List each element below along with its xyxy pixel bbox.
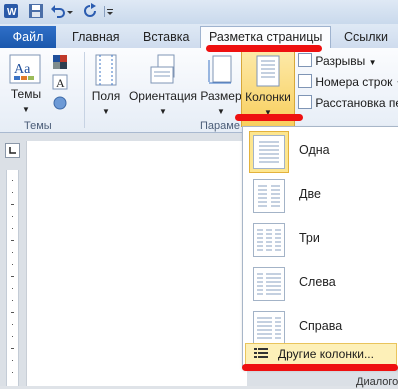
left-column-icon bbox=[253, 267, 285, 301]
quick-access-toolbar: W bbox=[0, 0, 398, 24]
columns-option-left[interactable]: Слева bbox=[247, 263, 395, 303]
columns-label: Колонки bbox=[245, 90, 291, 104]
breaks-button[interactable]: Разрывы ▼ bbox=[298, 53, 377, 68]
vertical-ruler[interactable] bbox=[6, 170, 19, 386]
annotation-underline-more bbox=[242, 364, 398, 371]
size-icon bbox=[208, 55, 232, 84]
save-icon[interactable] bbox=[28, 3, 44, 19]
themes-button[interactable]: Aa Темы ▼ bbox=[6, 54, 46, 115]
line-numbers-label: Номера строк bbox=[315, 75, 393, 89]
line-numbers-icon bbox=[298, 74, 312, 88]
columns-option-three[interactable]: Три bbox=[247, 219, 395, 259]
tab-insert[interactable]: Вставка bbox=[143, 27, 189, 47]
size-label: Размер bbox=[200, 89, 242, 103]
chevron-down-icon: ▼ bbox=[159, 107, 167, 116]
group-divider bbox=[84, 52, 85, 128]
columns-icon bbox=[256, 55, 280, 87]
chevron-down-icon: ▼ bbox=[22, 105, 30, 114]
chevron-down-icon: ▼ bbox=[368, 58, 377, 67]
columns-option-label: Справа bbox=[299, 319, 343, 333]
breaks-icon bbox=[298, 53, 312, 67]
svg-text:W: W bbox=[7, 7, 17, 18]
chevron-down-icon: ▼ bbox=[102, 107, 110, 116]
columns-option-two[interactable]: Две bbox=[247, 175, 395, 215]
columns-option-label: Две bbox=[299, 187, 321, 201]
tab-home[interactable]: Главная bbox=[72, 27, 120, 47]
tab-file[interactable]: Файл bbox=[0, 26, 56, 48]
two-columns-icon bbox=[253, 179, 285, 213]
themes-icon: Aa bbox=[9, 54, 41, 84]
svg-text:A: A bbox=[56, 76, 65, 90]
theme-fonts-icon[interactable]: A bbox=[52, 74, 70, 90]
tab-selector-icon[interactable] bbox=[5, 143, 20, 158]
theme-effects-icon[interactable] bbox=[52, 95, 70, 111]
hyphenation-label: Расстановка пер bbox=[315, 96, 398, 110]
line-numbers-button[interactable]: Номера строк ▼ bbox=[298, 74, 398, 89]
page-setup-group-label: Параме bbox=[200, 120, 240, 132]
columns-option-right[interactable]: Справа bbox=[247, 307, 395, 347]
one-column-icon bbox=[253, 135, 285, 169]
ribbon-tabs: Файл Главная Вставка Разметка страницы С… bbox=[0, 24, 398, 49]
dialog-launcher-text: Диалогов bbox=[356, 376, 398, 388]
more-columns-icon bbox=[254, 348, 268, 358]
columns-option-label: Три bbox=[299, 231, 320, 245]
size-button[interactable]: Размер ▼ bbox=[200, 54, 242, 117]
orientation-icon bbox=[150, 54, 175, 84]
customize-qat-icon[interactable] bbox=[104, 3, 114, 19]
undo-dropdown-icon[interactable] bbox=[66, 3, 74, 19]
columns-option-label: Одна bbox=[299, 143, 330, 157]
orientation-button[interactable]: Ориентация ▼ bbox=[126, 54, 200, 117]
three-columns-icon bbox=[253, 223, 285, 257]
breaks-label: Разрывы bbox=[315, 54, 366, 68]
svg-text:Aa: Aa bbox=[14, 62, 31, 77]
theme-colors-icon[interactable] bbox=[52, 54, 70, 70]
columns-dropdown-menu: Одна Две Три Слева Справа Другие колонки… bbox=[242, 126, 398, 368]
margins-label: Поля bbox=[91, 89, 121, 103]
themes-group-label: Темы bbox=[24, 120, 52, 132]
orientation-label: Ориентация bbox=[128, 89, 198, 103]
redo-icon[interactable] bbox=[82, 3, 98, 19]
tab-references[interactable]: Ссылки bbox=[344, 27, 388, 47]
hyphenation-icon bbox=[298, 95, 312, 109]
document-page[interactable] bbox=[26, 141, 247, 386]
annotation-underline-tab bbox=[206, 45, 322, 52]
annotation-underline-columns bbox=[235, 114, 303, 121]
right-column-icon bbox=[253, 311, 285, 345]
columns-option-label: Слева bbox=[299, 275, 336, 289]
columns-option-one[interactable]: Одна bbox=[247, 131, 395, 173]
hyphenation-button[interactable]: Расстановка пер bbox=[298, 95, 398, 110]
themes-label: Темы bbox=[10, 87, 42, 101]
more-columns-button[interactable]: Другие колонки... bbox=[245, 343, 397, 365]
undo-icon[interactable] bbox=[50, 3, 66, 19]
margins-icon bbox=[95, 54, 117, 86]
margins-button[interactable]: Поля ▼ bbox=[88, 54, 124, 117]
word-logo-icon: W bbox=[3, 3, 19, 19]
more-columns-label: Другие колонки... bbox=[278, 347, 374, 361]
chevron-down-icon: ▼ bbox=[217, 107, 225, 116]
